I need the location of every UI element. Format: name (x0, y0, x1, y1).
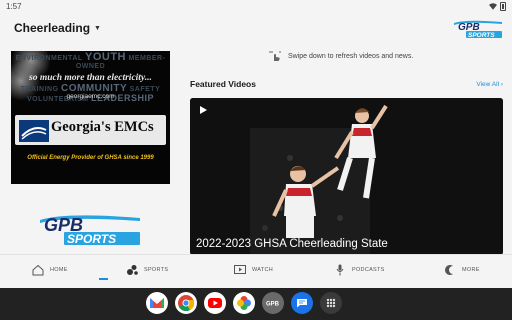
sport-selector[interactable]: Cheerleading ▼ (14, 21, 101, 35)
ad-subtext: Official Energy Provider of GHSA since 1… (27, 155, 154, 161)
status-time: 1:57 (6, 2, 22, 11)
emc-logo-icon (19, 120, 49, 142)
chrome-icon[interactable] (175, 292, 197, 314)
gpb-sports-logo: GPB SPORTS (454, 20, 502, 39)
swipe-down-icon (269, 51, 281, 61)
ad-tagline: so much more than electricity... (29, 73, 152, 83)
refresh-hint-text: Swipe down to refresh videos and news. (288, 52, 414, 60)
app-launcher-icon[interactable] (320, 292, 342, 314)
home-icon (32, 264, 44, 276)
play-icon (200, 106, 207, 114)
video-title: 2022-2023 GHSA Cheerleading State (196, 238, 388, 250)
nav-item-podcasts[interactable]: PODCASTS (334, 264, 385, 276)
nav-item-watch[interactable]: WATCH (234, 264, 273, 276)
bottom-navigation: HOME SPORTS WATCH PODCASTS MORE (0, 254, 512, 288)
messages-icon[interactable] (291, 292, 313, 314)
chevron-down-icon: ▼ (94, 24, 101, 32)
ad-brand: Georgia's EMCs (51, 119, 154, 135)
microphone-icon (336, 264, 344, 276)
watch-icon (234, 265, 246, 274)
gpb-sports-logo-large: GPB SPORTS (40, 215, 140, 246)
ad-background-words: ENVIRONMENTAL YOUTH MEMBER-OWNED TRAININ… (15, 51, 166, 104)
nav-label-sports: SPORTS (144, 267, 169, 273)
nav-item-sports[interactable]: SPORTS (126, 264, 168, 276)
nav-label-podcasts: PODCASTS (352, 267, 385, 273)
status-icons (489, 2, 506, 11)
app-header: Cheerleading ▼ GPB SPORTS (0, 14, 512, 44)
more-icon (445, 265, 453, 275)
active-tab-indicator (99, 278, 108, 280)
svg-text:GPB: GPB (266, 302, 280, 308)
nav-label-home: HOME (50, 267, 68, 273)
nav-label-watch: WATCH (252, 267, 274, 273)
wifi-icon (489, 3, 497, 10)
youtube-icon[interactable] (204, 292, 226, 314)
sport-title: Cheerleading (14, 21, 91, 35)
photos-icon[interactable] (233, 292, 255, 314)
app-dock: GPB (146, 292, 342, 314)
status-bar: 1:57 (0, 0, 512, 14)
sports-icon (127, 265, 138, 275)
ad-url: georgiaemc.com (66, 93, 115, 100)
battery-icon (500, 2, 506, 11)
nav-item-home[interactable]: HOME (32, 264, 68, 276)
svg-text:SPORTS: SPORTS (67, 232, 116, 246)
nav-item-more[interactable]: MORE (444, 264, 480, 276)
refresh-hint: Swipe down to refresh videos and news. (268, 50, 413, 62)
view-all-link[interactable]: View All › (476, 81, 503, 88)
gpb-app-icon[interactable]: GPB (262, 292, 284, 314)
featured-video-card[interactable]: 2022-2023 GHSA Cheerleading State (190, 98, 503, 255)
gmail-icon[interactable] (146, 292, 168, 314)
featured-videos-title: Featured Videos (190, 79, 256, 89)
video-thumbnail (190, 98, 503, 255)
system-taskbar: GPB (0, 288, 512, 320)
nav-label-more: MORE (462, 267, 480, 273)
svg-text:SPORTS: SPORTS (468, 32, 495, 39)
sponsor-ad-banner[interactable]: ENVIRONMENTAL YOUTH MEMBER-OWNED TRAININ… (11, 51, 170, 184)
